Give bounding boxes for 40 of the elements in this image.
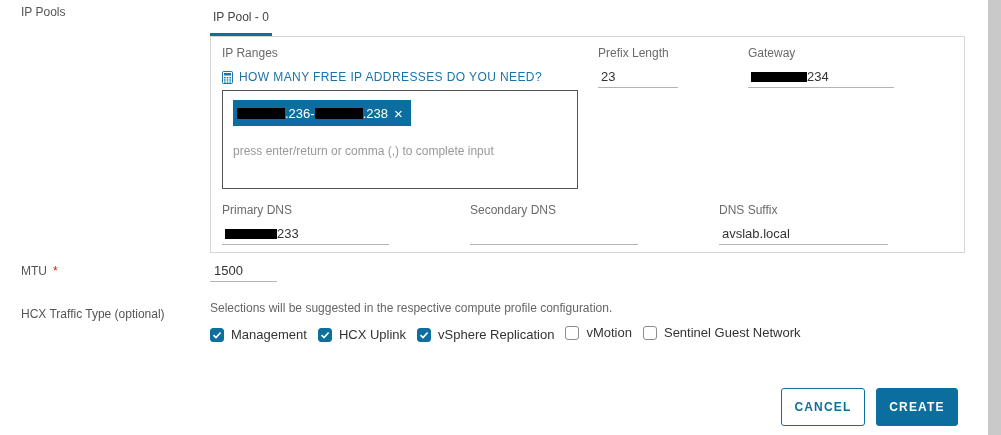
checkbox-label: vSphere Replication: [438, 327, 555, 342]
tab[interactable]: IP Pool - 0: [210, 10, 272, 36]
checkbox-label: Management: [231, 327, 307, 342]
ip-text: .238: [362, 105, 388, 121]
input-field[interactable]: avslab.local: [719, 223, 888, 245]
hint-text: Selections will be suggested in the respective compute profile configuration.: [210, 301, 613, 315]
check-icon: [212, 329, 222, 340]
ip-text: .236-: [285, 105, 315, 121]
checkbox-label: Sentinel Guest Network: [663, 325, 801, 340]
calculator-icon: [222, 70, 233, 84]
checkbox[interactable]: [417, 327, 432, 342]
checkbox[interactable]: [565, 325, 580, 340]
field-label: MTU: [21, 264, 47, 278]
field-label: IP Pools: [21, 5, 66, 19]
cancel-button[interactable]: CANCEL: [781, 387, 865, 426]
field-label: DNS Suffix: [719, 203, 778, 217]
input-field[interactable]: 233: [222, 223, 389, 245]
field-label: Prefix Length: [598, 46, 669, 60]
checkbox-label: HCX Uplink: [338, 327, 407, 342]
input-field[interactable]: 23: [598, 66, 678, 88]
check-icon: [419, 329, 430, 340]
input-placeholder: press enter/return or comma (,) to complete input: [233, 144, 494, 158]
create-button[interactable]: CREATE: [876, 387, 958, 426]
checkbox[interactable]: [642, 325, 657, 340]
field-label: Secondary DNS: [470, 203, 557, 217]
input-field[interactable]: 234: [748, 66, 894, 88]
checkbox-label: vMotion: [586, 325, 632, 340]
remove-button[interactable]: ×: [393, 104, 403, 122]
checkbox[interactable]: [317, 327, 332, 342]
input-field[interactable]: 1500: [210, 260, 277, 282]
ip-range-input[interactable]: .236- .238 × press enter/return or comma (,) to complete input: [222, 90, 578, 189]
required-mark: *: [53, 264, 58, 278]
check-icon: [319, 329, 330, 340]
field-label: Gateway: [748, 46, 796, 60]
help-link[interactable]: HOW MANY FREE IP ADDRESSES DO YOU NEED?: [222, 70, 542, 84]
field-label: IP Ranges: [222, 46, 278, 60]
checkbox[interactable]: [210, 327, 224, 342]
scrollbar[interactable]: [988, 0, 1001, 435]
field-label: HCX Traffic Type (optional): [21, 307, 165, 321]
field-label: Primary DNS: [222, 203, 292, 217]
